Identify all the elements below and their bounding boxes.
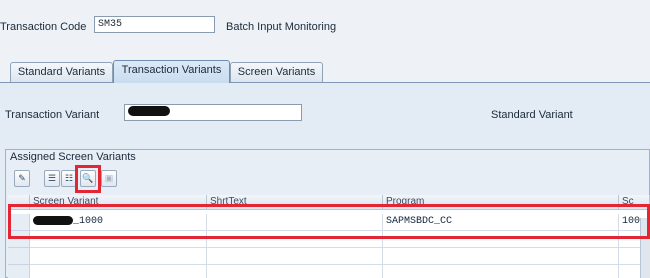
group-title: Assigned Screen Variants bbox=[10, 151, 136, 163]
tab-standard-variants[interactable]: Standard Variants bbox=[10, 62, 113, 82]
cell-empty[interactable] bbox=[207, 265, 383, 278]
tab-screen-variants[interactable]: Screen Variants bbox=[230, 62, 323, 82]
cell-empty[interactable] bbox=[30, 248, 207, 265]
row-selector[interactable] bbox=[8, 248, 30, 265]
transaction-description: Batch Input Monitoring bbox=[226, 21, 337, 33]
row-highlight bbox=[8, 204, 650, 239]
row-selector[interactable] bbox=[8, 265, 30, 278]
toolbar-highlight bbox=[75, 165, 101, 193]
cell-empty[interactable] bbox=[207, 248, 383, 265]
transaction-code-field[interactable]: SM35 bbox=[94, 16, 215, 33]
insert-row-icon[interactable]: ☰ bbox=[44, 170, 60, 187]
transaction-variant-label: Transaction Variant bbox=[5, 109, 100, 121]
edit-icon[interactable]: ✎ bbox=[14, 170, 30, 187]
cell-empty[interactable] bbox=[383, 248, 619, 265]
transaction-variant-field[interactable] bbox=[124, 104, 302, 121]
tab-strip: Standard Variants Transaction Variants S… bbox=[0, 60, 650, 83]
cell-empty[interactable] bbox=[383, 265, 619, 278]
save-icon: ▣ bbox=[101, 170, 117, 187]
tab-transaction-variants[interactable]: Transaction Variants bbox=[113, 60, 230, 83]
variant-type-label: Standard Variant bbox=[491, 109, 573, 121]
redacted-value bbox=[128, 106, 170, 117]
cell-empty[interactable] bbox=[30, 265, 207, 278]
transaction-code-label: Transaction Code bbox=[0, 21, 87, 33]
